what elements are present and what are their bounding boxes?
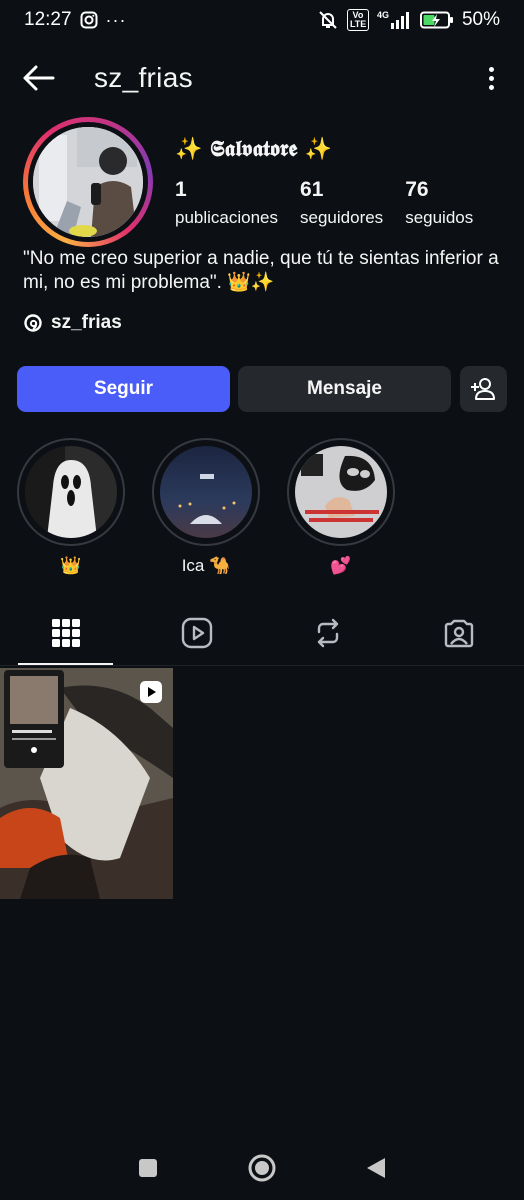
reel-indicator-icon — [139, 680, 163, 709]
stat-label: seguidos — [405, 208, 474, 227]
profile-avatar[interactable] — [23, 117, 153, 247]
battery-charging-icon — [419, 11, 454, 29]
back-nav-button[interactable] — [365, 1156, 387, 1185]
volte-icon: Vo LTE — [346, 9, 369, 31]
highlight-cover — [25, 446, 117, 538]
circle-icon — [248, 1154, 276, 1181]
profile-header: sz_frias — [0, 48, 524, 108]
recents-button[interactable] — [137, 1157, 159, 1184]
stat-posts[interactable]: 1 publicaciones — [175, 178, 278, 228]
status-bar: 12:27 ··· Vo LTE 4G 50% — [0, 0, 524, 40]
stat-label: publicaciones — [175, 208, 279, 227]
tab-tagged[interactable] — [393, 600, 524, 665]
system-navigation-bar — [0, 1140, 524, 1200]
signal-icon: 4G — [377, 11, 412, 29]
tab-reels[interactable] — [131, 600, 262, 665]
more-notifications-icon: ··· — [105, 9, 127, 30]
home-button[interactable] — [247, 1153, 277, 1188]
highlight-label: 👑 — [60, 556, 82, 575]
clock: 12:27 — [24, 9, 72, 30]
highlight-label: Ica 🐪 — [181, 556, 231, 575]
arrow-left-icon — [23, 65, 55, 91]
display-name: ✨ 𝕾𝖆𝖑𝖛𝖆𝖙𝖔𝖗𝖊 ✨ — [175, 136, 333, 162]
more-vertical-icon — [488, 66, 494, 72]
threads-link[interactable]: sz_frias — [23, 312, 122, 334]
reposts-icon — [317, 618, 338, 647]
mute-icon — [317, 9, 339, 31]
reels-icon — [181, 617, 212, 648]
threads-handle: sz_frias — [51, 312, 122, 333]
avatar-image — [33, 127, 143, 237]
stat-following[interactable]: 76 seguidos — [405, 178, 473, 228]
post-thumbnail[interactable] — [0, 668, 173, 899]
battery-percent: 50% — [461, 9, 500, 30]
stat-followers[interactable]: 61 seguidores — [300, 178, 383, 228]
stat-value: 76 — [405, 178, 429, 201]
highlight-3[interactable]: 💕 — [286, 438, 396, 576]
stat-label: seguidores — [300, 208, 384, 227]
person-add-icon — [470, 378, 495, 400]
more-options-button[interactable] — [476, 58, 506, 98]
message-button[interactable]: Mensaje — [238, 366, 451, 412]
network-type: 4G — [376, 10, 389, 20]
triangle-back-icon — [367, 1157, 385, 1178]
grid-icon — [51, 618, 80, 647]
back-button[interactable] — [18, 58, 58, 98]
profile-tabs — [0, 600, 524, 666]
stat-value: 61 — [300, 178, 324, 201]
threads-icon — [24, 314, 42, 332]
highlight-cover — [295, 446, 387, 538]
highlight-2[interactable]: Ica 🐪 — [151, 438, 261, 576]
tab-reposts[interactable] — [262, 600, 393, 665]
tab-posts[interactable] — [0, 600, 131, 665]
page-title: sz_frias — [94, 62, 193, 93]
profile-bio: "No me creo superior a nadie, que tú te … — [23, 248, 499, 293]
square-icon — [139, 1158, 157, 1177]
highlight-cover — [160, 446, 252, 538]
suggested-users-button[interactable] — [460, 366, 507, 412]
volte-label: Vo LTE — [349, 10, 367, 29]
highlight-1[interactable]: 👑 — [16, 438, 126, 576]
follow-button[interactable]: Seguir — [17, 366, 230, 412]
stat-value: 1 — [175, 178, 187, 201]
highlight-label: 💕 — [330, 556, 352, 575]
instagram-notification-icon — [80, 11, 98, 29]
profile-stats: 1 publicaciones 61 seguidores 76 seguido… — [175, 178, 495, 228]
tagged-icon — [444, 619, 473, 647]
